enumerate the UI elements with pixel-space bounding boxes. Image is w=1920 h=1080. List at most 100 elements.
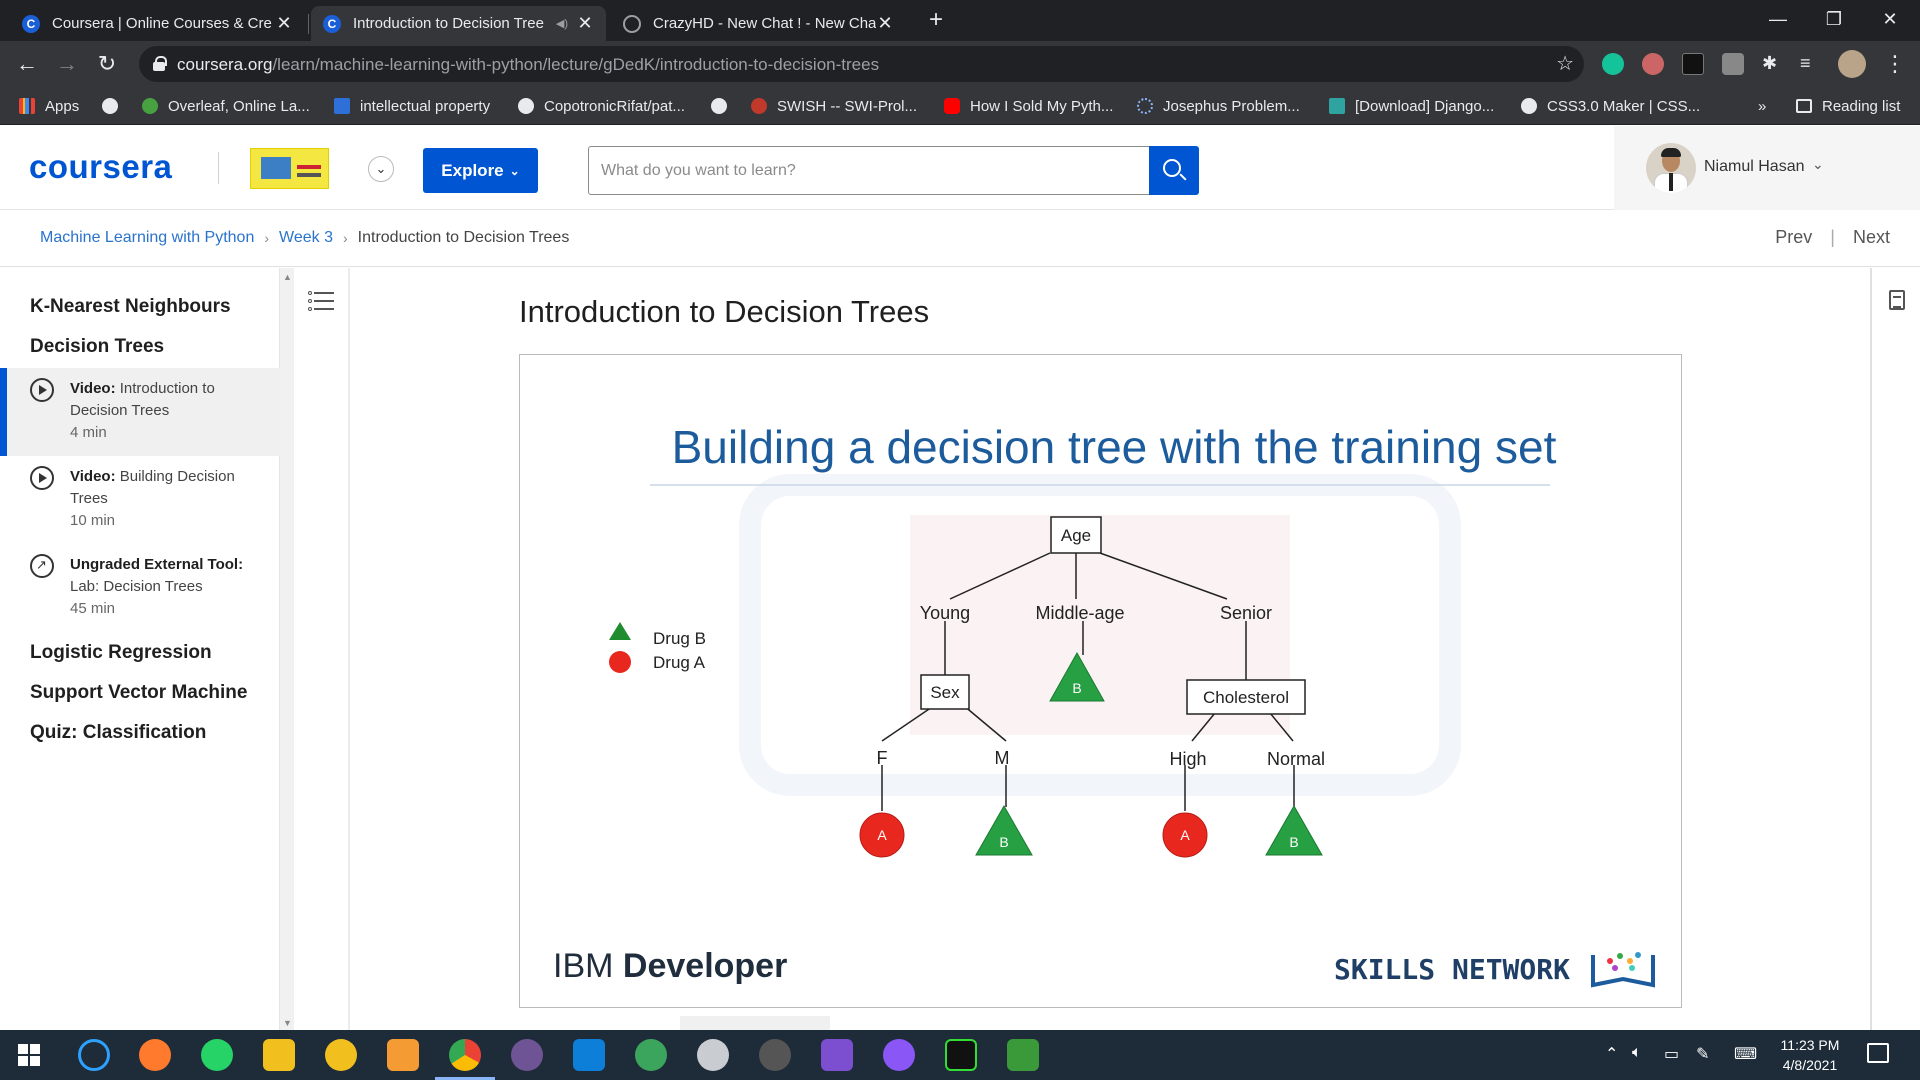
chrome-icon[interactable] <box>449 1039 481 1071</box>
bookmark-josephus[interactable]: Josephus Problem... <box>1137 96 1300 116</box>
youtube-icon <box>944 98 960 114</box>
sidebar-module-quiz[interactable]: Quiz: Classification <box>30 722 206 744</box>
sidebar-scrollbar[interactable]: ▲ ▼ <box>280 268 294 1030</box>
chevron-down-icon[interactable]: ⌄ <box>368 156 394 182</box>
prev-button[interactable]: Prev <box>1775 227 1812 248</box>
bookmark-github[interactable]: CopotronicRifat/pat... <box>518 96 685 116</box>
messenger-icon[interactable] <box>883 1039 915 1071</box>
bookmark-intellectual-property[interactable]: intellectual property <box>334 96 490 116</box>
app-icon[interactable] <box>1007 1039 1039 1071</box>
file-explorer-icon[interactable] <box>263 1039 295 1071</box>
address-bar[interactable]: coursera.org/learn/machine-learning-with… <box>139 46 1584 82</box>
notification-icon[interactable] <box>1867 1043 1889 1063</box>
puzzle-extensions-icon[interactable]: ✱ <box>1762 53 1784 75</box>
bookmark-apps[interactable]: Apps <box>19 96 79 116</box>
menu-kebab-icon[interactable]: ⋮ <box>1880 49 1910 79</box>
bookmark-overleaf[interactable]: Overleaf, Online La... <box>142 96 310 116</box>
transcript-tab-strip[interactable] <box>680 1016 830 1030</box>
bookmark-youtube[interactable]: How I Sold My Pyth... <box>944 96 1113 116</box>
network-icon[interactable]: ▭ <box>1664 1044 1679 1064</box>
sidebar-item-lab[interactable]: Ungraded External Tool: Lab: Decision Tr… <box>0 544 280 632</box>
sidebar-module-knn[interactable]: K-Nearest Neighbours <box>30 296 231 318</box>
app-icon[interactable] <box>697 1039 729 1071</box>
reload-icon[interactable]: ↻ <box>92 49 122 79</box>
ibm-logo-light: IBM <box>553 947 623 985</box>
media-control-icon[interactable]: ≡ <box>1800 53 1822 75</box>
sidebar-module-decision-trees[interactable]: Decision Trees <box>30 336 164 358</box>
coursera-favicon-icon: C <box>22 14 40 33</box>
bookmark-css-maker[interactable]: CSS3.0 Maker | CSS... <box>1521 96 1700 116</box>
course-sidebar: K-Nearest Neighbours Decision Trees Vide… <box>0 268 280 1030</box>
keyboard-icon[interactable]: ⌨ <box>1734 1044 1757 1064</box>
chevron-up-icon[interactable]: ⌃ <box>1605 1044 1618 1064</box>
tab-introduction-decision-trees[interactable]: C Introduction to Decision Tree ◀) ✕ <box>311 6 606 41</box>
search-app-icon[interactable] <box>78 1039 110 1071</box>
sidebar-item-intro-video[interactable]: Video: Introduction to Decision Trees 4 m… <box>0 368 280 456</box>
video-player[interactable]: Building a decision tree with the traini… <box>519 354 1682 1008</box>
tab-crazyhd[interactable]: CrazyHD - New Chat ! - New Cha ✕ <box>611 6 906 41</box>
bookmark-globe-2[interactable] <box>711 96 737 116</box>
bookmark-swish[interactable]: SWISH -- SWI-Prol... <box>751 96 917 116</box>
toggle-outline-button[interactable] <box>300 282 348 322</box>
volume-icon[interactable]: 🔈︎ <box>1632 1044 1642 1062</box>
camera-extension-icon[interactable] <box>1722 53 1744 75</box>
app-icon[interactable] <box>387 1039 419 1071</box>
sidebar-module-svm[interactable]: Support Vector Machine <box>30 682 247 704</box>
bookmark-globe[interactable] <box>102 96 128 116</box>
close-tab-icon[interactable]: ✕ <box>576 13 594 34</box>
reading-list-button[interactable]: Reading list <box>1796 96 1900 116</box>
profile-avatar-icon[interactable] <box>1838 50 1866 78</box>
lock-icon[interactable] <box>153 56 167 71</box>
scroll-up-icon[interactable]: ▲ <box>283 272 292 282</box>
more-bookmarks-button[interactable]: » <box>1758 96 1766 116</box>
close-tab-icon[interactable]: ✕ <box>876 13 894 34</box>
close-window-button[interactable]: ✕ <box>1862 0 1918 38</box>
partner-logo[interactable] <box>250 148 329 189</box>
extension-icon[interactable] <box>1682 53 1704 75</box>
sidebar-module-logistic-regression[interactable]: Logistic Regression <box>30 642 212 664</box>
app-icon[interactable] <box>759 1039 791 1071</box>
system-clock[interactable]: 11:23 PM 4/8/2021 <box>1770 1035 1850 1075</box>
github-desktop-icon[interactable] <box>511 1039 543 1071</box>
pen-icon[interactable]: ✎ <box>1696 1044 1709 1064</box>
pycharm-icon[interactable] <box>945 1039 977 1071</box>
next-button[interactable]: Next <box>1853 227 1890 248</box>
search-input[interactable] <box>588 146 1150 195</box>
breadcrumb-week-link[interactable]: Week 3 <box>279 229 333 247</box>
url-text[interactable]: coursera.org/learn/machine-learning-with… <box>177 55 879 75</box>
sidebar-item-building-video[interactable]: Video: Building Decision Trees 10 min <box>0 456 280 544</box>
new-tab-button[interactable]: + <box>922 6 950 34</box>
vscode-icon[interactable] <box>573 1039 605 1071</box>
grammarly-extension-icon[interactable] <box>1602 53 1624 75</box>
user-menu[interactable]: Niamul Hasan ⌄ <box>1614 126 1920 210</box>
tab-title: Coursera | Online Courses & Cre <box>52 15 272 32</box>
firefox-icon[interactable] <box>139 1039 171 1071</box>
bookmark-star-icon[interactable]: ☆ <box>1556 51 1574 76</box>
bookmark-django[interactable]: [Download] Django... <box>1329 96 1494 116</box>
url-path: /learn/machine-learning-with-python/lect… <box>272 55 880 74</box>
coursera-logo[interactable]: coursera <box>29 148 172 186</box>
explore-button[interactable]: Explore ⌄ <box>423 148 538 193</box>
tab-coursera-home[interactable]: C Coursera | Online Courses & Cre ✕ <box>10 6 305 41</box>
tree-leaf-label: B <box>1289 834 1298 850</box>
app-icon[interactable] <box>635 1039 667 1071</box>
close-tab-icon[interactable]: ✕ <box>275 13 293 34</box>
globe-icon <box>102 98 118 114</box>
restore-window-button[interactable]: ❐ <box>1806 0 1862 38</box>
search-icon <box>1163 159 1181 177</box>
whatsapp-icon[interactable] <box>201 1039 233 1071</box>
visual-studio-icon[interactable] <box>821 1039 853 1071</box>
tree-branch-senior: Senior <box>1220 603 1272 623</box>
scroll-down-icon[interactable]: ▼ <box>283 1018 292 1028</box>
app-icon[interactable] <box>325 1039 357 1071</box>
speaker-icon[interactable]: ◀) <box>556 17 568 30</box>
back-arrow-icon[interactable]: ← <box>12 49 42 79</box>
breadcrumb-course-link[interactable]: Machine Learning with Python <box>40 229 254 247</box>
forward-arrow-icon[interactable]: → <box>52 49 82 79</box>
windows-start-icon[interactable] <box>18 1044 40 1066</box>
minimize-window-button[interactable]: — <box>1750 0 1806 38</box>
tree-leaf-label: A <box>877 827 887 843</box>
search-button[interactable] <box>1149 146 1199 195</box>
notes-panel-toggle[interactable] <box>1870 268 1920 1030</box>
extension-icon[interactable] <box>1642 53 1664 75</box>
